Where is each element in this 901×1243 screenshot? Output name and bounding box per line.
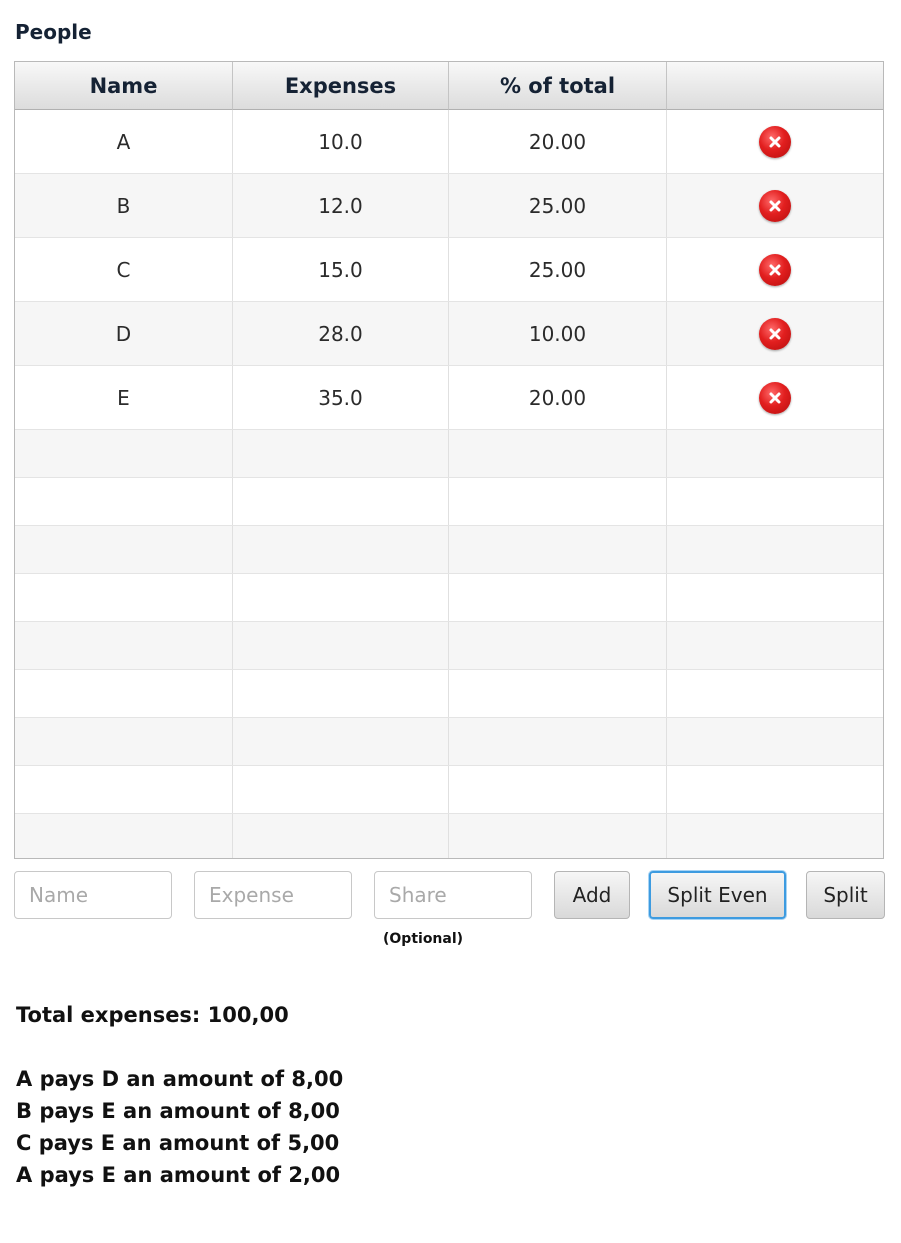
delete-icon[interactable] <box>759 253 791 286</box>
empty-cell <box>667 526 883 573</box>
payment-line: A pays D an amount of 8,00 <box>16 1067 344 1091</box>
total-expenses-label: Total expenses: 100,00 <box>16 1003 289 1027</box>
payment-line: A pays E an amount of 2,00 <box>16 1163 341 1187</box>
table-row[interactable]: E 35.0 20.00 <box>15 366 883 430</box>
table-row[interactable]: B 12.0 25.00 <box>15 174 883 238</box>
empty-cell <box>233 478 449 525</box>
cell-expenses: 28.0 <box>233 302 449 365</box>
empty-cell <box>449 526 667 573</box>
empty-cell <box>667 670 883 717</box>
empty-cell <box>233 766 449 813</box>
table-row[interactable]: D 28.0 10.00 <box>15 302 883 366</box>
empty-cell <box>449 574 667 621</box>
header-actions[interactable] <box>667 62 883 110</box>
empty-cell <box>15 478 233 525</box>
cell-name: C <box>15 238 233 301</box>
cell-actions <box>667 238 883 301</box>
cell-name: B <box>15 174 233 237</box>
header-name[interactable]: Name <box>15 62 233 110</box>
empty-table-row <box>15 766 883 814</box>
delete-icon[interactable] <box>759 125 791 158</box>
cell-percent: 10.00 <box>449 302 667 365</box>
empty-cell <box>449 718 667 765</box>
empty-cell <box>667 430 883 477</box>
empty-cell <box>233 670 449 717</box>
table-body: A 10.0 20.00 B 12.0 25.00 C 15.0 25.00 D 28.0 10.00… <box>15 110 883 858</box>
empty-cell <box>449 670 667 717</box>
empty-cell <box>667 574 883 621</box>
table-row[interactable]: C 15.0 25.00 <box>15 238 883 302</box>
empty-table-row <box>15 478 883 526</box>
cell-actions <box>667 110 883 173</box>
empty-cell <box>667 814 883 858</box>
empty-table-row <box>15 574 883 622</box>
payment-line: B pays E an amount of 8,00 <box>16 1099 340 1123</box>
empty-cell <box>233 814 449 858</box>
empty-cell <box>15 718 233 765</box>
expense-input[interactable] <box>194 871 352 919</box>
empty-table-row <box>15 670 883 718</box>
section-title: People <box>15 20 92 44</box>
cell-expenses: 10.0 <box>233 110 449 173</box>
table-header: Name Expenses % of total <box>15 62 883 110</box>
name-input[interactable] <box>14 871 172 919</box>
empty-cell <box>667 718 883 765</box>
empty-table-row <box>15 718 883 766</box>
empty-cell <box>233 718 449 765</box>
cell-percent: 20.00 <box>449 110 667 173</box>
header-percent[interactable]: % of total <box>449 62 667 110</box>
cell-actions <box>667 302 883 365</box>
cell-name: D <box>15 302 233 365</box>
empty-cell <box>15 430 233 477</box>
empty-cell <box>667 478 883 525</box>
empty-cell <box>233 622 449 669</box>
delete-icon[interactable] <box>759 317 791 350</box>
delete-icon[interactable] <box>759 381 791 414</box>
empty-cell <box>449 478 667 525</box>
cell-expenses: 35.0 <box>233 366 449 429</box>
header-expenses[interactable]: Expenses <box>233 62 449 110</box>
empty-cell <box>449 766 667 813</box>
empty-cell <box>15 574 233 621</box>
cell-name: E <box>15 366 233 429</box>
cell-actions <box>667 366 883 429</box>
empty-cell <box>233 526 449 573</box>
cell-percent: 25.00 <box>449 238 667 301</box>
delete-icon[interactable] <box>759 189 791 222</box>
empty-cell <box>15 766 233 813</box>
empty-cell <box>233 430 449 477</box>
add-button[interactable]: Add <box>554 871 630 919</box>
cell-expenses: 12.0 <box>233 174 449 237</box>
empty-table-row <box>15 526 883 574</box>
empty-cell <box>449 814 667 858</box>
empty-cell <box>667 622 883 669</box>
share-input[interactable] <box>374 871 532 919</box>
people-table[interactable]: Name Expenses % of total A 10.0 20.00 B 12.0… <box>14 61 884 859</box>
empty-table-row <box>15 622 883 670</box>
cell-actions <box>667 174 883 237</box>
empty-cell <box>15 526 233 573</box>
share-optional-hint: (Optional) <box>383 931 464 947</box>
empty-table-row <box>15 814 883 858</box>
cell-expenses: 15.0 <box>233 238 449 301</box>
split-button[interactable]: Split <box>806 871 885 919</box>
cell-name: A <box>15 110 233 173</box>
empty-cell <box>449 622 667 669</box>
empty-cell <box>449 430 667 477</box>
cell-percent: 25.00 <box>449 174 667 237</box>
empty-cell <box>667 766 883 813</box>
empty-cell <box>15 814 233 858</box>
empty-cell <box>15 622 233 669</box>
empty-cell <box>233 574 449 621</box>
empty-table-row <box>15 430 883 478</box>
split-even-button[interactable]: Split Even <box>649 871 786 919</box>
empty-cell <box>15 670 233 717</box>
table-row[interactable]: A 10.0 20.00 <box>15 110 883 174</box>
cell-percent: 20.00 <box>449 366 667 429</box>
payment-line: C pays E an amount of 5,00 <box>16 1131 340 1155</box>
